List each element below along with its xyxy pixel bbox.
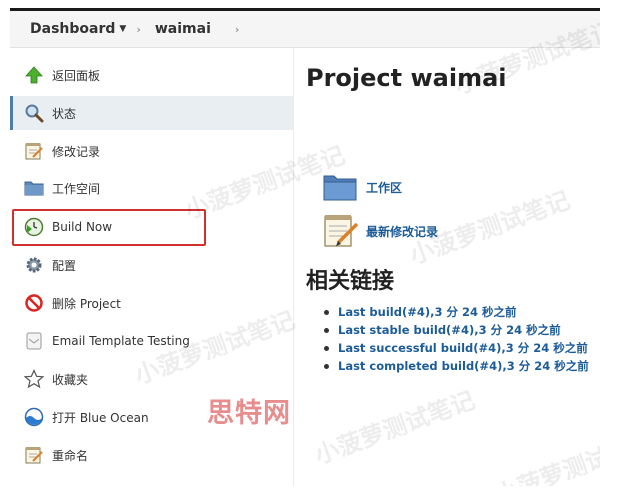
- bullet: [324, 345, 329, 351]
- notepad-icon: [23, 444, 45, 466]
- blue-ocean-icon: [23, 406, 45, 428]
- sidebar-item-delete-project[interactable]: 删除 Project: [10, 286, 293, 320]
- sidebar-item-label: 收藏夹: [52, 372, 89, 387]
- last-stable-build-link[interactable]: Last stable build(#4),3 分 24 秒之前: [338, 322, 561, 338]
- bullet: [324, 309, 329, 315]
- star-icon: [23, 368, 45, 390]
- last-build-link[interactable]: Last build(#4),3 分 24 秒之前: [338, 304, 517, 320]
- sidebar-item-label: 删除 Project: [52, 296, 121, 311]
- list-item: Last stable build(#4),3 分 24 秒之前: [324, 321, 589, 339]
- breadcrumb: Dashboard ▼ › waimai ›: [10, 11, 600, 48]
- chevron-right-icon[interactable]: ›: [235, 23, 240, 36]
- magnifier-icon: [23, 102, 45, 124]
- no-entry-icon: [23, 292, 45, 314]
- breadcrumb-project[interactable]: waimai: [155, 21, 211, 37]
- sidebar-item-back-to-dashboard[interactable]: 返回面板: [10, 58, 293, 92]
- envelope-icon: [23, 330, 45, 352]
- page-title: Project waimai: [306, 64, 507, 92]
- main-content: Project waimai 工作区 最新修改记录 相关链接 Last buil…: [306, 58, 600, 486]
- sidebar-item-label: Email Template Testing: [52, 334, 190, 348]
- sidebar-item-rename[interactable]: 重命名: [10, 438, 293, 472]
- sidebar-item-configure[interactable]: 配置: [10, 248, 293, 282]
- gear-icon: [23, 254, 45, 276]
- workspace-link[interactable]: 工作区: [322, 171, 402, 203]
- list-item: Last successful build(#4),3 分 24 秒之前: [324, 339, 589, 357]
- recent-changes-link-label: 最新修改记录: [366, 224, 439, 239]
- related-links-heading: 相关链接: [306, 269, 395, 294]
- breadcrumb-dashboard[interactable]: Dashboard ▼: [30, 21, 126, 37]
- up-arrow-icon: [23, 64, 45, 86]
- sidebar-item-changes[interactable]: 修改记录: [10, 134, 293, 168]
- notepad-icon: [322, 212, 360, 250]
- bullet: [324, 363, 329, 369]
- sidebar-item-label: 打开 Blue Ocean: [52, 410, 149, 425]
- sidebar-item-label: 配置: [52, 258, 77, 273]
- sidebar-item-status[interactable]: 状态: [10, 96, 293, 130]
- sidebar-item-label: Build Now: [52, 220, 113, 234]
- sidebar-divider: [293, 48, 294, 486]
- sidebar-item-workspace[interactable]: 工作空间: [10, 171, 293, 205]
- workspace-link-label: 工作区: [366, 180, 403, 195]
- sidebar-item-label: 状态: [52, 106, 77, 121]
- jenkins-window: Dashboard ▼ › waimai › 返回面板 状态 修改记录 工作空间…: [10, 8, 600, 486]
- folder-icon: [23, 177, 45, 199]
- sidebar-item-label: 修改记录: [52, 144, 101, 159]
- brand-watermark: 思特网: [207, 398, 291, 429]
- last-successful-build-link[interactable]: Last successful build(#4),3 分 24 秒之前: [338, 340, 588, 356]
- chevron-down-icon[interactable]: ▼: [119, 24, 126, 34]
- sidebar-item-label: 返回面板: [52, 68, 101, 83]
- sidebar-item-email-template-testing[interactable]: Email Template Testing: [10, 324, 293, 358]
- breadcrumb-dashboard-label: Dashboard: [30, 21, 116, 37]
- sidebar-item-build-now[interactable]: Build Now: [10, 209, 293, 246]
- related-links-list: Last build(#4),3 分 24 秒之前 Last stable bu…: [324, 303, 589, 375]
- folder-icon: [322, 171, 358, 203]
- last-completed-build-link[interactable]: Last completed build(#4),3 分 24 秒之前: [338, 358, 589, 374]
- clock-play-icon: [23, 216, 45, 238]
- sidebar-item-label: 工作空间: [52, 181, 101, 196]
- chevron-right-icon: ›: [136, 22, 141, 36]
- recent-changes-link[interactable]: 最新修改记录: [322, 212, 438, 250]
- sidebar-item-label: 重命名: [52, 448, 89, 463]
- list-item: Last completed build(#4),3 分 24 秒之前: [324, 357, 589, 375]
- bullet: [324, 327, 329, 333]
- breadcrumb-project-label: waimai: [154, 21, 211, 37]
- list-item: Last build(#4),3 分 24 秒之前: [324, 303, 589, 321]
- notepad-icon: [23, 140, 45, 162]
